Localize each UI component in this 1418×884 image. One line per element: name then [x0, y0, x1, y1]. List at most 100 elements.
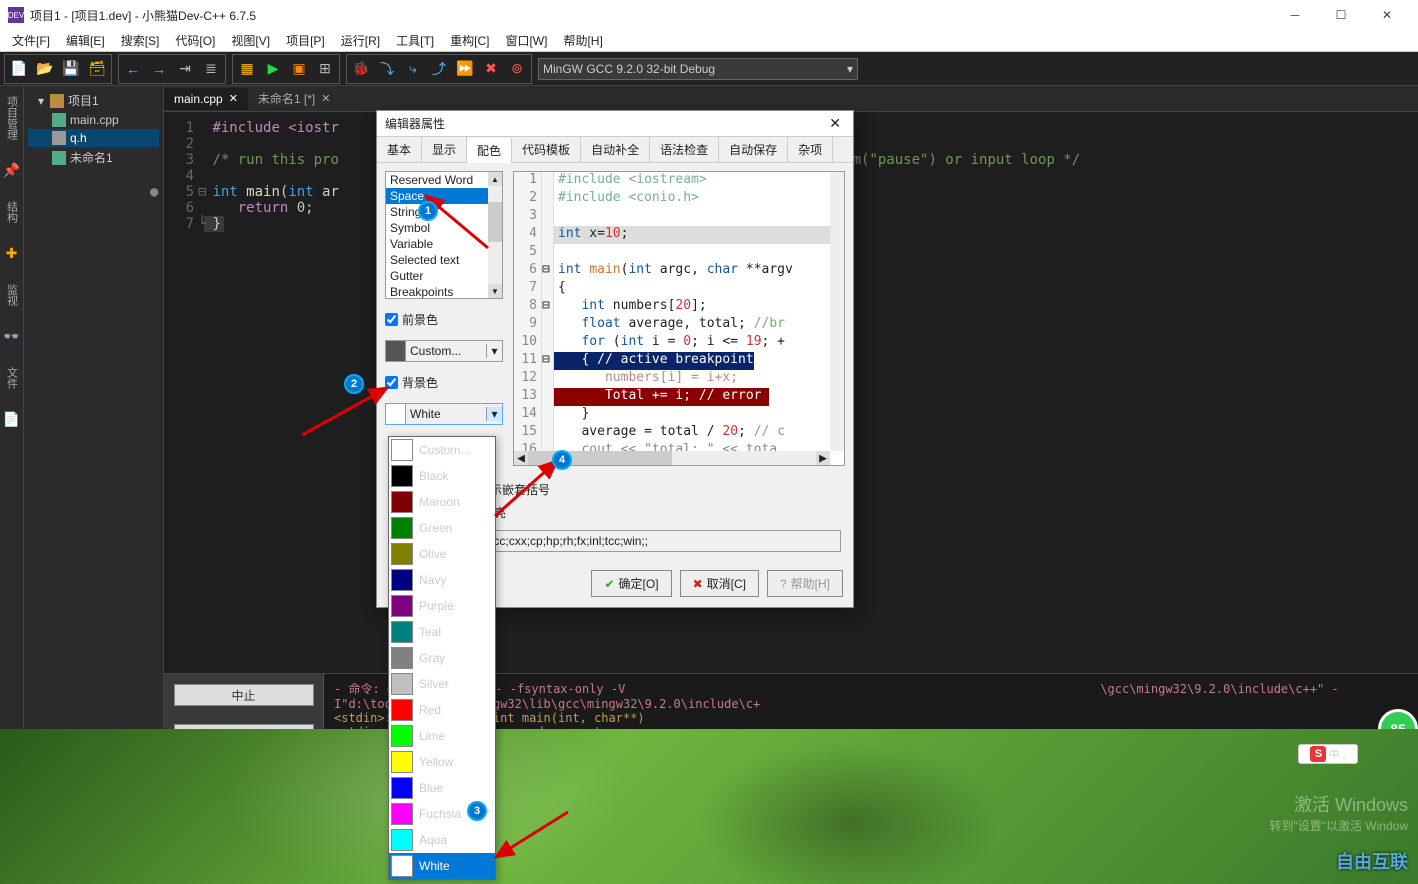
menu-window[interactable]: 窗口[W] — [497, 30, 555, 51]
list-item[interactable]: Gutter — [386, 268, 502, 284]
fg-checkbox[interactable]: 前景色 — [385, 309, 503, 330]
bg-color-select[interactable]: White ▾ — [385, 403, 503, 425]
compile-run-icon[interactable]: ▣ — [287, 57, 311, 81]
ok-button[interactable]: ✔确定[O] — [591, 570, 671, 597]
side-tab-files[interactable]: 文件 — [2, 361, 22, 395]
menu-help[interactable]: 帮助[H] — [555, 30, 610, 51]
run-icon[interactable]: ▶ — [261, 57, 285, 81]
forward-icon[interactable]: → — [147, 57, 171, 81]
code-text: return — [204, 200, 297, 216]
file-icon[interactable]: 📄 — [1, 405, 22, 434]
tree-item-main[interactable]: main.cpp — [28, 111, 159, 129]
color-item-yellow[interactable]: Yellow — [389, 749, 495, 775]
menu-run[interactable]: 运行[R] — [333, 30, 388, 51]
rebuild-icon[interactable]: ⊞ — [313, 57, 337, 81]
continue-icon[interactable]: ⏩ — [453, 57, 477, 81]
side-tab-project[interactable]: 项目管理 — [2, 90, 22, 146]
dtab-basic[interactable]: 基本 — [377, 137, 422, 162]
breakpoint-icon[interactable]: ⊚ — [505, 57, 529, 81]
pin-icon[interactable]: 📌 — [1, 156, 22, 185]
color-item-white[interactable]: White — [389, 853, 495, 879]
dialog-titlebar[interactable]: 编辑器属性 ✕ — [377, 111, 853, 137]
stop-button[interactable]: 中止 — [174, 684, 314, 706]
menu-search[interactable]: 搜索[S] — [113, 30, 168, 51]
dtab-misc[interactable]: 杂项 — [788, 137, 833, 162]
compiler-select[interactable]: MinGW GCC 9.2.0 32-bit Debug▾ — [538, 58, 858, 80]
dtab-complete[interactable]: 自动补全 — [581, 137, 650, 162]
color-item-aqua[interactable]: Aqua — [389, 827, 495, 853]
side-tab-watch[interactable]: 监视 — [2, 278, 22, 312]
close-button[interactable]: ✕ — [1364, 0, 1410, 30]
ime-indicator[interactable]: S 中 , — [1298, 744, 1358, 764]
color-item-silver[interactable]: Silver — [389, 671, 495, 697]
step-out-icon[interactable]: ⤴ — [427, 57, 451, 81]
menu-refactor[interactable]: 重构[C] — [442, 30, 497, 51]
step-into-icon[interactable]: ⤷ — [401, 57, 425, 81]
dtab-syntax[interactable]: 语法检查 — [650, 137, 719, 162]
menu-code[interactable]: 代码[O] — [167, 30, 223, 51]
menu-edit[interactable]: 编辑[E] — [58, 30, 113, 51]
close-icon[interactable]: ✕ — [321, 92, 330, 105]
close-icon[interactable]: ✕ — [229, 92, 238, 105]
dtab-colors[interactable]: 配色 — [467, 138, 512, 163]
back-icon[interactable]: ← — [121, 57, 145, 81]
color-item-lime[interactable]: Lime — [389, 723, 495, 749]
color-item-black[interactable]: Black — [389, 463, 495, 489]
menu-view[interactable]: 视图[V] — [223, 30, 278, 51]
stop-debug-icon[interactable]: ✖ — [479, 57, 503, 81]
reformat-icon[interactable]: ≣ — [199, 57, 223, 81]
color-item-maroon[interactable]: Maroon — [389, 489, 495, 515]
tree-item-qh[interactable]: q.h — [28, 129, 159, 147]
preview-line — [554, 244, 558, 262]
save-all-icon[interactable]: 🗃 — [85, 57, 109, 81]
bg-color-value: White — [406, 407, 486, 421]
color-item-custom[interactable]: Custom... — [389, 437, 495, 463]
chevron-down-icon[interactable]: ▾ — [486, 407, 502, 421]
color-item-purple[interactable]: Purple — [389, 593, 495, 619]
tree-root[interactable]: ▾ 项目1 — [28, 90, 159, 111]
color-item-gray[interactable]: Gray — [389, 645, 495, 671]
color-item-blue[interactable]: Blue — [389, 775, 495, 801]
expand-icon[interactable]: ▾ — [36, 94, 46, 108]
debug-icon[interactable]: 🐞 — [349, 57, 373, 81]
new-file-icon[interactable]: 📄 — [7, 57, 31, 81]
dtab-autosave[interactable]: 自动保存 — [719, 137, 788, 162]
dtab-snippets[interactable]: 代码模板 — [512, 137, 581, 162]
color-item-navy[interactable]: Navy — [389, 567, 495, 593]
list-item[interactable]: Breakpoints — [386, 284, 502, 299]
help-button[interactable]: ?帮助[H] — [767, 570, 843, 597]
dtab-display[interactable]: 显示 — [422, 137, 467, 162]
close-icon[interactable]: ✕ — [825, 115, 845, 132]
cancel-button[interactable]: ✖取消[C] — [680, 570, 759, 597]
color-item-red[interactable]: Red — [389, 697, 495, 723]
color-item-teal[interactable]: Teal — [389, 619, 495, 645]
list-item[interactable]: Reserved Word — [386, 172, 502, 188]
color-item-green[interactable]: Green — [389, 515, 495, 541]
menu-tools[interactable]: 工具[T] — [388, 30, 442, 51]
chevron-down-icon[interactable]: ▾ — [486, 344, 502, 358]
v-scrollbar[interactable] — [830, 172, 844, 451]
tab-unnamed[interactable]: 未命名1 [*] ✕ — [248, 86, 341, 111]
menu-file[interactable]: 文件[F] — [4, 30, 58, 51]
tab-main[interactable]: main.cpp ✕ — [164, 88, 248, 110]
tab-label: 未命名1 [*] — [258, 90, 315, 107]
tree-item-unnamed[interactable]: 未命名1 — [28, 147, 159, 168]
compile-icon[interactable]: ▦ — [235, 57, 259, 81]
indent-icon[interactable]: ⇥ — [173, 57, 197, 81]
minimize-button[interactable]: ─ — [1272, 0, 1318, 30]
bg-checkbox[interactable]: 背景色 — [385, 372, 503, 393]
step-over-icon[interactable]: ⤵ — [375, 57, 399, 81]
glasses-icon[interactable]: 👓 — [1, 322, 22, 351]
plus-icon[interactable]: ✚ — [4, 239, 20, 268]
menu-project[interactable]: 项目[P] — [278, 30, 333, 51]
code-text: main — [246, 184, 280, 200]
tree-root-label: 项目1 — [68, 92, 99, 109]
fg-color-select[interactable]: Custom... ▾ — [385, 340, 503, 362]
open-icon[interactable]: 📂 — [33, 57, 57, 81]
save-icon[interactable]: 💾 — [59, 57, 83, 81]
color-label: Purple — [415, 599, 458, 613]
side-tab-struct[interactable]: 结构 — [2, 195, 22, 229]
color-item-olive[interactable]: Olive — [389, 541, 495, 567]
maximize-button[interactable]: ☐ — [1318, 0, 1364, 30]
color-label: White — [415, 859, 454, 873]
